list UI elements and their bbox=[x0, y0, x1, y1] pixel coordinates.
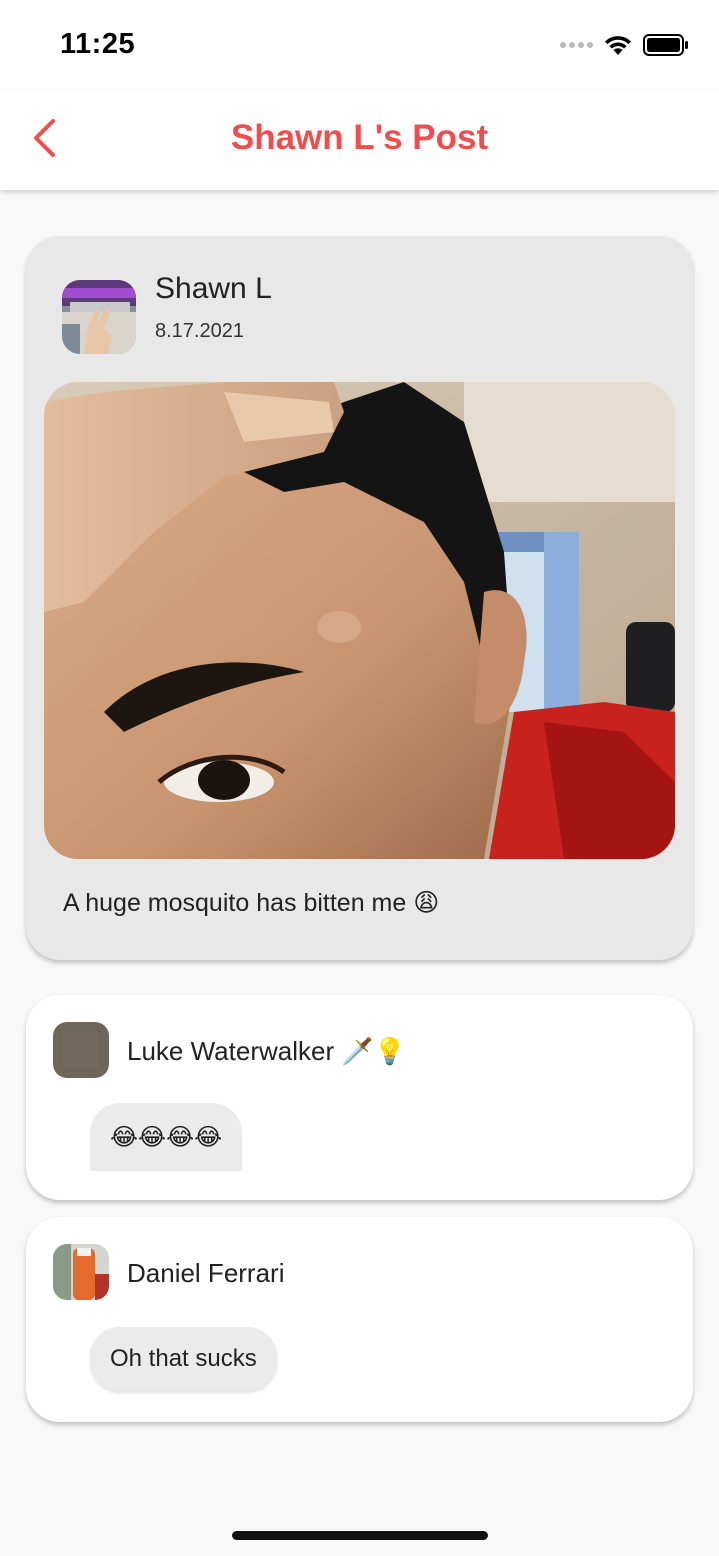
page-title: Shawn L's Post bbox=[230, 118, 489, 157]
post-image[interactable] bbox=[44, 382, 675, 859]
comment-text-bubble: 😂😂😂😂 bbox=[90, 1103, 243, 1171]
post-author-name[interactable]: Shawn L bbox=[155, 272, 272, 306]
cellular-signal-icon bbox=[560, 42, 593, 48]
comment-text-bubble: Oh that sucks bbox=[90, 1327, 277, 1391]
comment-author-avatar[interactable] bbox=[53, 1022, 109, 1078]
post-card: Shawn L 8.17.2021 A huge mosquito has bi… bbox=[26, 236, 693, 960]
post-caption: A huge mosquito has bitten me 😩 bbox=[63, 889, 440, 917]
status-bar: 11:25 bbox=[0, 0, 719, 90]
battery-icon bbox=[643, 34, 688, 56]
status-time: 11:25 bbox=[60, 28, 136, 60]
post-date: 8.17.2021 bbox=[155, 320, 244, 342]
comment-author-avatar[interactable] bbox=[53, 1244, 109, 1300]
comment-author-name[interactable]: Luke Waterwalker 🗡️💡 bbox=[127, 1036, 406, 1067]
post-author-avatar[interactable] bbox=[62, 280, 136, 354]
wifi-icon bbox=[605, 36, 631, 55]
home-indicator[interactable] bbox=[232, 1531, 488, 1540]
comment-card: Luke Waterwalker 🗡️💡 😂😂😂😂 bbox=[26, 995, 693, 1200]
comment-card: Daniel Ferrari Oh that sucks bbox=[26, 1217, 693, 1422]
status-icons bbox=[560, 30, 689, 60]
navigation-bar: Shawn L's Post bbox=[0, 90, 719, 190]
comment-author-name[interactable]: Daniel Ferrari bbox=[127, 1258, 285, 1289]
